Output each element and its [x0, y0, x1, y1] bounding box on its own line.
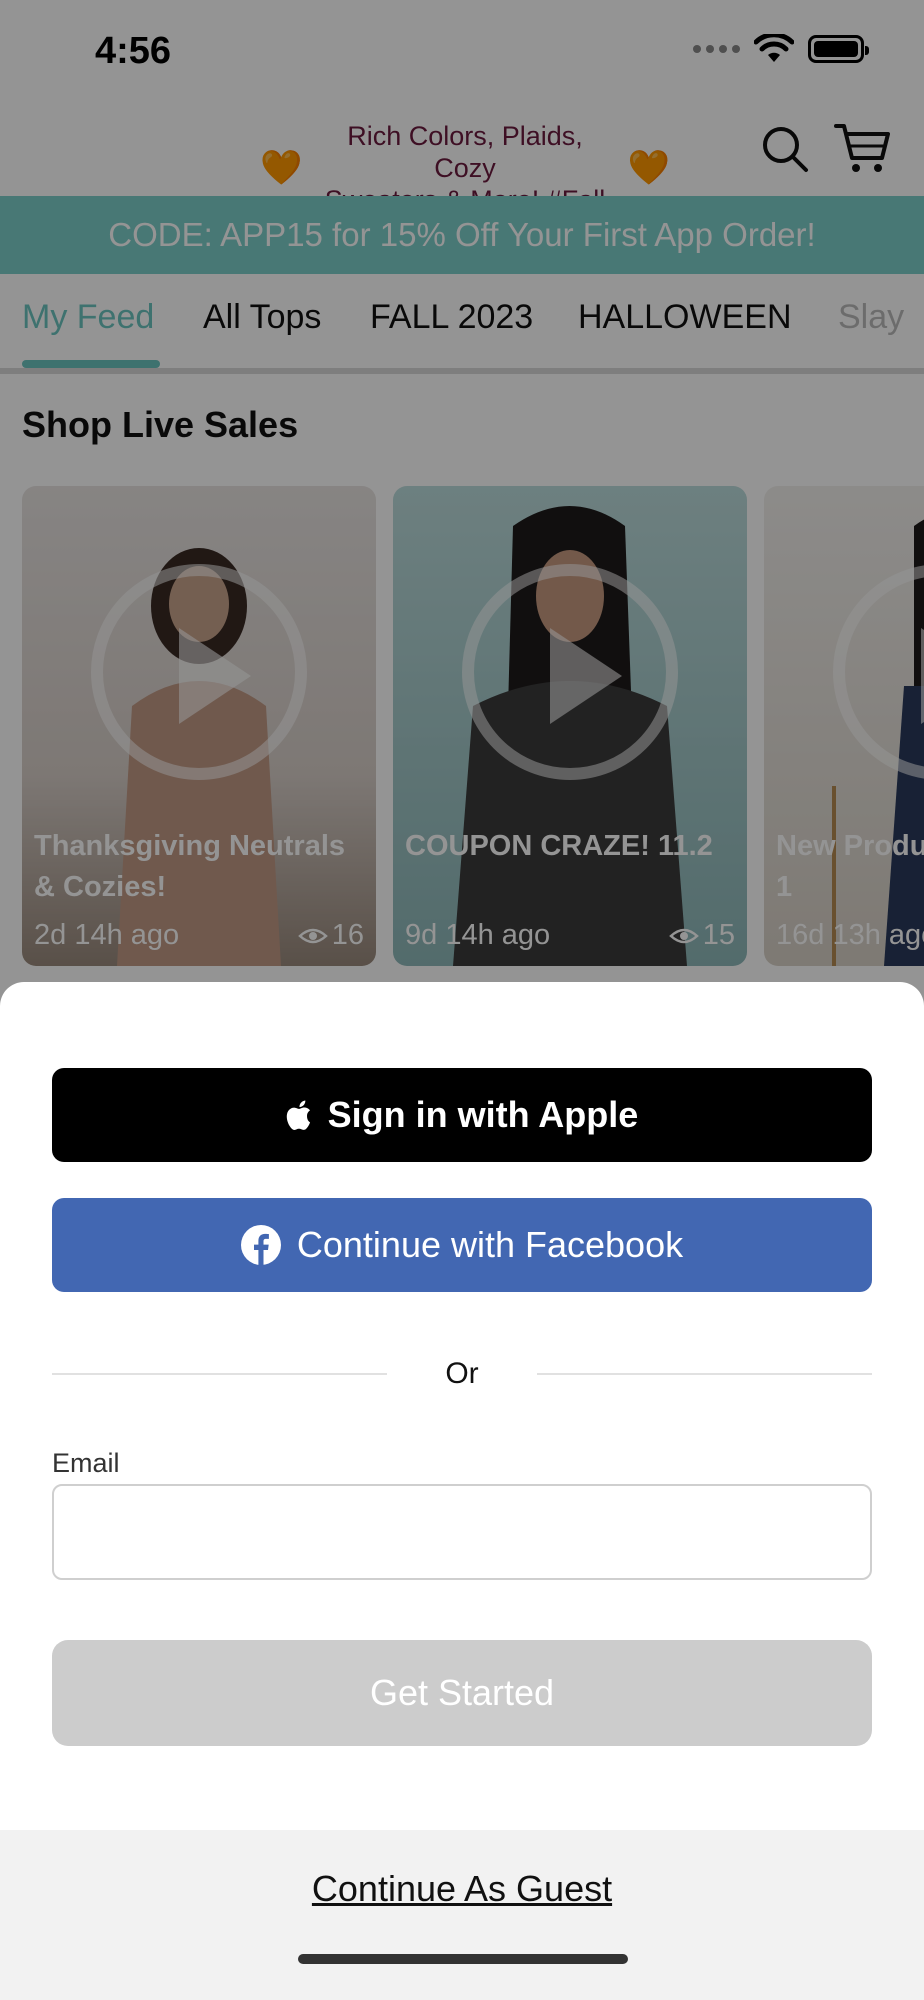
facebook-icon	[240, 1225, 281, 1265]
continue-as-guest-link[interactable]: Continue As Guest	[0, 1868, 924, 1910]
facebook-button-label: Continue with Facebook	[296, 1224, 684, 1265]
sign-in-with-apple-button[interactable]: Sign in with Apple	[52, 1068, 872, 1162]
email-field[interactable]	[52, 1484, 872, 1580]
email-label: Email	[52, 1448, 120, 1478]
or-divider: Or	[52, 1354, 872, 1394]
guest-footer: Continue As Guest	[0, 1830, 924, 2000]
get-started-label: Get Started	[369, 1672, 555, 1713]
home-indicator	[298, 1954, 628, 1964]
divider-line	[537, 1373, 872, 1375]
continue-with-facebook-button[interactable]: Continue with Facebook	[52, 1198, 872, 1292]
signin-sheet: Sign in with Apple Continue with Faceboo…	[0, 982, 924, 2000]
apple-icon	[286, 1100, 310, 1130]
apple-button-label: Sign in with Apple	[327, 1094, 639, 1135]
get-started-button[interactable]: Get Started	[52, 1640, 872, 1746]
divider-line	[52, 1373, 387, 1375]
or-text: Or	[445, 1357, 479, 1390]
